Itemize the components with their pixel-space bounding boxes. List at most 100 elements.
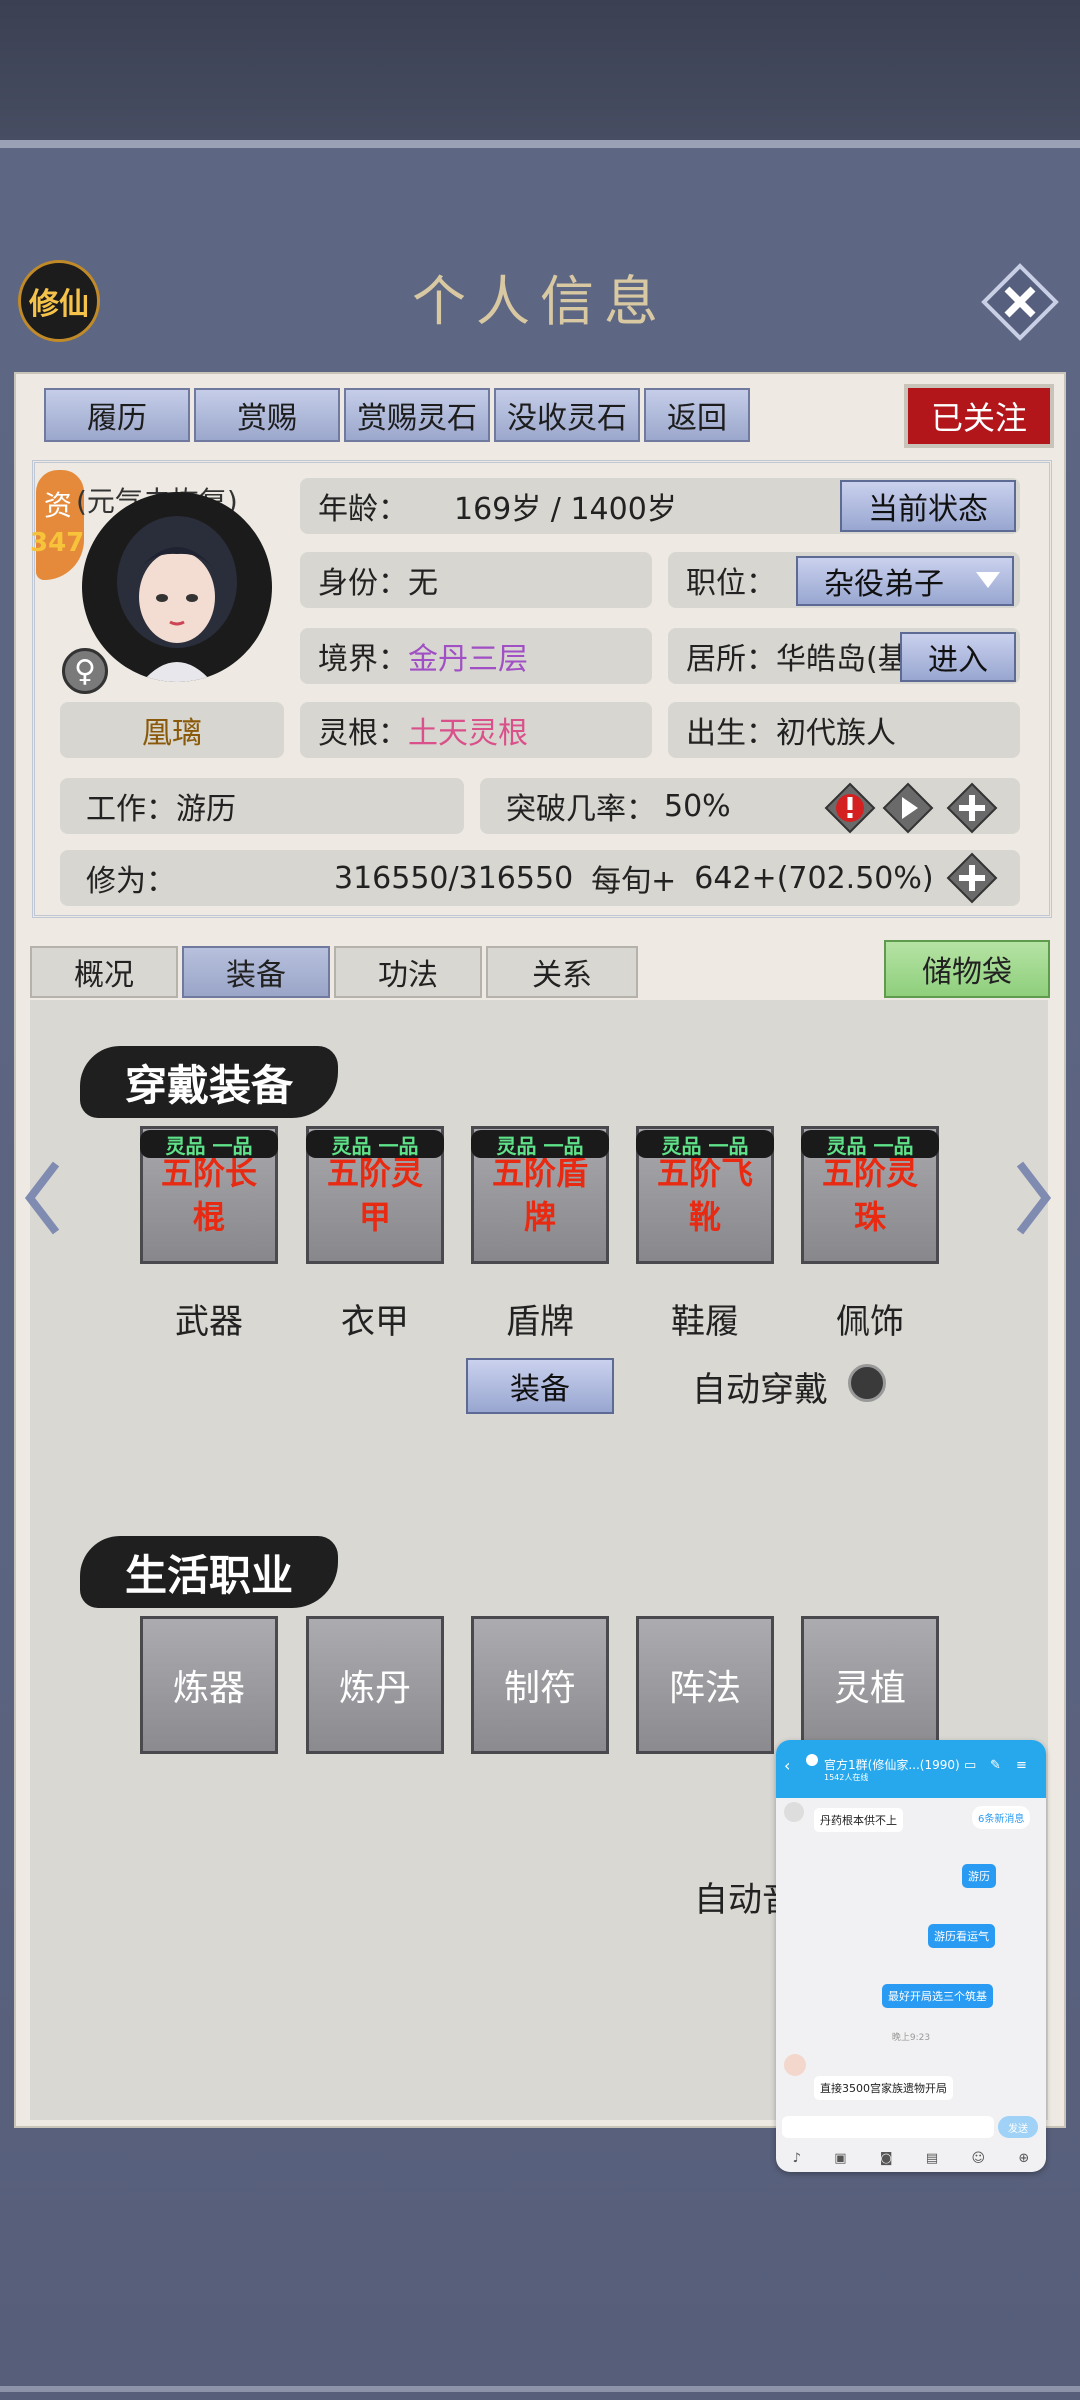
alert-button[interactable] xyxy=(824,782,876,834)
realm-row: 境界： 金丹三层 xyxy=(300,628,652,684)
item-name-line2: 靴 xyxy=(688,1198,721,1236)
per-turn-label: 每旬+ xyxy=(591,864,677,899)
identity-row: 身份： 无 xyxy=(300,552,652,608)
job-spirit-planting[interactable]: 灵植 xyxy=(801,1616,939,1754)
plus-button[interactable] xyxy=(946,782,998,834)
job-artifact-refining[interactable]: 炼器 xyxy=(140,1616,278,1754)
spirit-root-label: 灵根： xyxy=(318,716,408,751)
image-icon[interactable]: ▣ xyxy=(834,2151,846,2166)
quality-tag: 灵品 一品 xyxy=(140,1130,278,1158)
camera-icon[interactable]: ◙ xyxy=(880,2151,893,2166)
section-heading-life-jobs: 生活职业 xyxy=(80,1536,338,1608)
avatar[interactable] xyxy=(82,492,272,682)
chevron-right-icon xyxy=(1016,1161,1052,1235)
talent-value: 347 xyxy=(30,528,85,558)
cultivation-label: 修为： xyxy=(86,864,176,899)
chat-message: 游历 xyxy=(962,1864,996,1888)
item-name-line2: 甲 xyxy=(358,1198,391,1236)
cultivation-row: 修为： 316550/316550 每旬+ 642+(702.50%) xyxy=(60,850,1020,906)
age-value: 169岁 / 1400岁 xyxy=(454,492,677,527)
chat-timestamp: 晚上9:23 xyxy=(891,2033,931,2043)
female-icon: ♀ xyxy=(62,648,108,694)
breakthrough-label: 突破几率： xyxy=(506,792,656,827)
birth-label: 出生： xyxy=(686,716,776,751)
auto-wear-toggle[interactable] xyxy=(848,1364,886,1402)
work-row: 工作： 游历 xyxy=(60,778,464,834)
emoji-icon[interactable]: ☺ xyxy=(971,2151,985,2166)
chat-title: 官方1群(修仙家...(1990) xyxy=(824,1758,960,1772)
close-x-icon xyxy=(981,263,1059,341)
birth-value: 初代族人 xyxy=(776,716,896,751)
slot-label-weapon: 武器 xyxy=(175,1302,243,1342)
alert-icon xyxy=(824,782,876,834)
job-alchemy[interactable]: 炼丹 xyxy=(306,1616,444,1754)
current-state-button[interactable]: 当前状态 xyxy=(840,480,1016,532)
send-button[interactable]: 发送 xyxy=(998,2116,1038,2138)
app-logo: 修仙 xyxy=(18,260,100,342)
cultivation-value: 316550/316550 xyxy=(334,860,574,896)
identity-label: 身份： xyxy=(318,566,408,601)
tab-overview[interactable]: 概况 xyxy=(30,946,178,998)
next-arrow[interactable] xyxy=(1014,1158,1054,1238)
slot-label-boots: 鞋履 xyxy=(671,1302,739,1342)
item-name-line2: 棍 xyxy=(192,1198,225,1236)
followed-badge[interactable]: 已关注 xyxy=(904,384,1054,448)
play-icon xyxy=(882,782,934,834)
back-arrow-icon[interactable]: ‹ xyxy=(784,1756,790,1775)
tab-skills[interactable]: 功法 xyxy=(334,946,482,998)
character-name: 凰璃 xyxy=(60,702,284,758)
job-talisman[interactable]: 制符 xyxy=(471,1616,609,1754)
work-value: 游历 xyxy=(176,792,236,827)
play-button[interactable] xyxy=(882,782,934,834)
tab-back[interactable]: 返回 xyxy=(644,388,750,442)
realm-label: 境界： xyxy=(318,642,408,677)
chat-header: ‹ 官方1群(修仙家...(1990) 1542人在线 ▭ ✎ ≡ xyxy=(776,1740,1046,1798)
bottom-divider xyxy=(0,2386,1080,2392)
age-label: 年龄： xyxy=(318,492,408,527)
tab-reward[interactable]: 赏赐 xyxy=(194,388,340,442)
enter-button[interactable]: 进入 xyxy=(900,632,1016,682)
sender-avatar xyxy=(784,1802,804,1822)
tab-equipment[interactable]: 装备 xyxy=(182,946,330,998)
character-portrait-icon xyxy=(117,516,237,682)
chat-subtitle: 1542人在线 xyxy=(824,1773,869,1782)
spirit-root-value: 土天灵根 xyxy=(408,716,528,751)
spirit-root-row: 灵根： 土天灵根 xyxy=(300,702,652,758)
identity-value: 无 xyxy=(408,566,438,601)
tab-relations[interactable]: 关系 xyxy=(486,946,638,998)
chat-overlay-window[interactable]: ‹ 官方1群(修仙家...(1990) 1542人在线 ▭ ✎ ≡ 6条新消息 … xyxy=(776,1740,1046,2172)
chevron-left-icon xyxy=(24,1161,60,1235)
close-button[interactable] xyxy=(980,262,1060,342)
screen-icon[interactable]: ▭ xyxy=(964,1758,976,1773)
quality-tag: 灵品 一品 xyxy=(471,1130,609,1158)
quality-tag: 灵品 一品 xyxy=(306,1130,444,1158)
residence-label: 居所： xyxy=(686,642,776,677)
add-icon[interactable]: ⊕ xyxy=(1018,2151,1029,2166)
storage-bag-button[interactable]: 储物袋 xyxy=(884,940,1050,998)
section-heading-equipment: 穿戴装备 xyxy=(80,1046,338,1118)
sender-avatar xyxy=(784,2054,806,2076)
position-select[interactable]: 杂役弟子 xyxy=(796,556,1014,606)
position-label: 职位： xyxy=(686,566,776,601)
tab-history[interactable]: 履历 xyxy=(44,388,190,442)
breakthrough-row: 突破几率： 50% xyxy=(480,778,1020,834)
edit-icon[interactable]: ✎ xyxy=(990,1758,1001,1773)
prev-arrow[interactable] xyxy=(22,1158,62,1238)
chat-toolbar: ♪ ▣ ◙ ▤ ☺ ⊕ xyxy=(776,2144,1046,2172)
quality-tag: 灵品 一品 xyxy=(636,1130,774,1158)
quality-tag: 灵品 一品 xyxy=(801,1130,939,1158)
cultivation-plus-button[interactable] xyxy=(946,852,998,904)
job-formation[interactable]: 阵法 xyxy=(636,1616,774,1754)
tab-confiscate-stones[interactable]: 没收灵石 xyxy=(494,388,640,442)
per-turn-value: 642+(702.50%) xyxy=(694,860,934,896)
residence-value: 华皓岛(基 xyxy=(776,642,908,677)
tab-reward-stones[interactable]: 赏赐灵石 xyxy=(344,388,490,442)
new-messages-badge[interactable]: 6条新消息 xyxy=(972,1806,1031,1829)
slot-label-accessory: 佩饰 xyxy=(836,1302,904,1342)
equip-button[interactable]: 装备 xyxy=(466,1358,614,1414)
chat-input[interactable] xyxy=(782,2116,994,2138)
mic-icon[interactable]: ♪ xyxy=(793,2151,801,2166)
menu-icon[interactable]: ≡ xyxy=(1016,1758,1027,1773)
gift-icon[interactable]: ▤ xyxy=(926,2151,938,2166)
birth-row: 出生： 初代族人 xyxy=(668,702,1020,758)
